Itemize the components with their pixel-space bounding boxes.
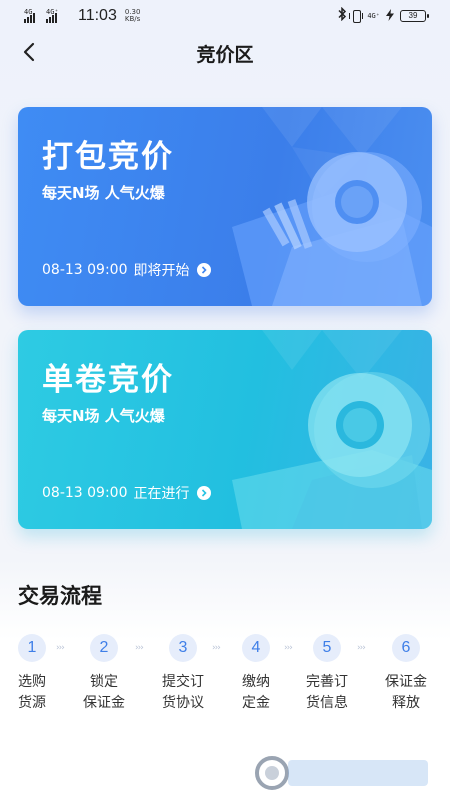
battery-icon: 39 <box>400 10 429 22</box>
network-type-label: 4G⁺ <box>367 12 380 20</box>
step-label-line: 货源 <box>18 695 46 711</box>
step-label-line: 释放 <box>392 695 420 711</box>
step-separator: ››› <box>284 643 293 653</box>
step-label-line: 保证金 <box>385 674 427 690</box>
status-time: 11:03 <box>78 7 117 24</box>
card-title: 单卷竞价 <box>42 362 174 398</box>
card-subtitle: 每天N场 人气火爆 <box>42 407 165 425</box>
step-label: 选购 货源 <box>2 672 62 714</box>
step-label-line: 货协议 <box>162 695 204 711</box>
vibrate-icon <box>349 9 364 23</box>
step-separator: ››› <box>56 643 65 653</box>
step-number: 5 <box>313 634 341 662</box>
watermark-logo <box>254 754 432 792</box>
card-subtitle: 每天N场 人气火爆 <box>42 184 165 202</box>
step-label-line: 完善订 <box>306 674 348 690</box>
step-label: 缴纳 定金 <box>226 672 286 714</box>
step-number: 1 <box>18 634 46 662</box>
card-title: 打包竞价 <box>42 139 174 175</box>
card-status: 即将开始 <box>133 263 190 279</box>
step-number: 2 <box>90 634 118 662</box>
process-step: 3 提交订 货协议 <box>153 634 213 714</box>
step-label: 保证金 释放 <box>376 672 436 714</box>
step-label-line: 选购 <box>18 674 46 690</box>
page-title: 竞价区 <box>196 44 254 66</box>
step-label-line: 锁定 <box>90 674 118 690</box>
chevron-right-icon <box>197 263 212 277</box>
step-label-line: 货信息 <box>306 695 348 711</box>
bundle-bidding-card[interactable]: 打包竞价 每天N场 人气火爆 08-13 09:00 即将开始 <box>18 107 432 306</box>
section-title: 交易流程 <box>18 584 102 608</box>
step-label-line: 定金 <box>242 695 270 711</box>
step-label-line: 缴纳 <box>242 674 270 690</box>
card-time: 08-13 09:00 <box>42 262 128 278</box>
process-step: 6 保证金 释放 <box>376 634 436 714</box>
step-number: 3 <box>169 634 197 662</box>
step-separator: ››› <box>357 643 366 653</box>
network-speed: 0.30 KB/s <box>125 9 141 23</box>
step-label: 提交订 货协议 <box>153 672 213 714</box>
step-label-line: 提交订 <box>162 674 204 690</box>
charging-icon <box>386 8 394 24</box>
speed-unit: KB/s <box>124 15 141 23</box>
step-label: 完善订 货信息 <box>297 672 357 714</box>
process-step: 1 选购 货源 <box>2 634 62 714</box>
step-label: 锁定 保证金 <box>74 672 134 714</box>
status-bar: 4G 4G⁺ 11:03 0.30 KB/s 4G⁺ 39 <box>0 0 450 32</box>
card-schedule: 08-13 09:00 正在进行 <box>42 483 212 503</box>
chevron-right-icon <box>197 486 212 500</box>
step-number: 6 <box>392 634 420 662</box>
process-step: 4 缴纳 定金 <box>226 634 286 714</box>
step-separator: ››› <box>135 643 144 653</box>
card-time: 08-13 09:00 <box>42 485 128 501</box>
process-step: 2 锁定 保证金 <box>74 634 134 714</box>
step-separator: ››› <box>212 643 221 653</box>
signal-icon: 4G⁺ <box>46 9 68 23</box>
signal-icon: 4G <box>24 9 42 23</box>
single-roll-bidding-card[interactable]: 单卷竞价 每天N场 人气火爆 08-13 09:00 正在进行 <box>18 330 432 529</box>
step-label-line: 保证金 <box>83 695 125 711</box>
bluetooth-icon <box>337 6 347 26</box>
card-status: 正在进行 <box>133 486 190 502</box>
card-schedule: 08-13 09:00 即将开始 <box>42 260 212 280</box>
process-step: 5 完善订 货信息 <box>297 634 357 714</box>
step-number: 4 <box>242 634 270 662</box>
title-bar: 竞价区 <box>0 32 450 72</box>
